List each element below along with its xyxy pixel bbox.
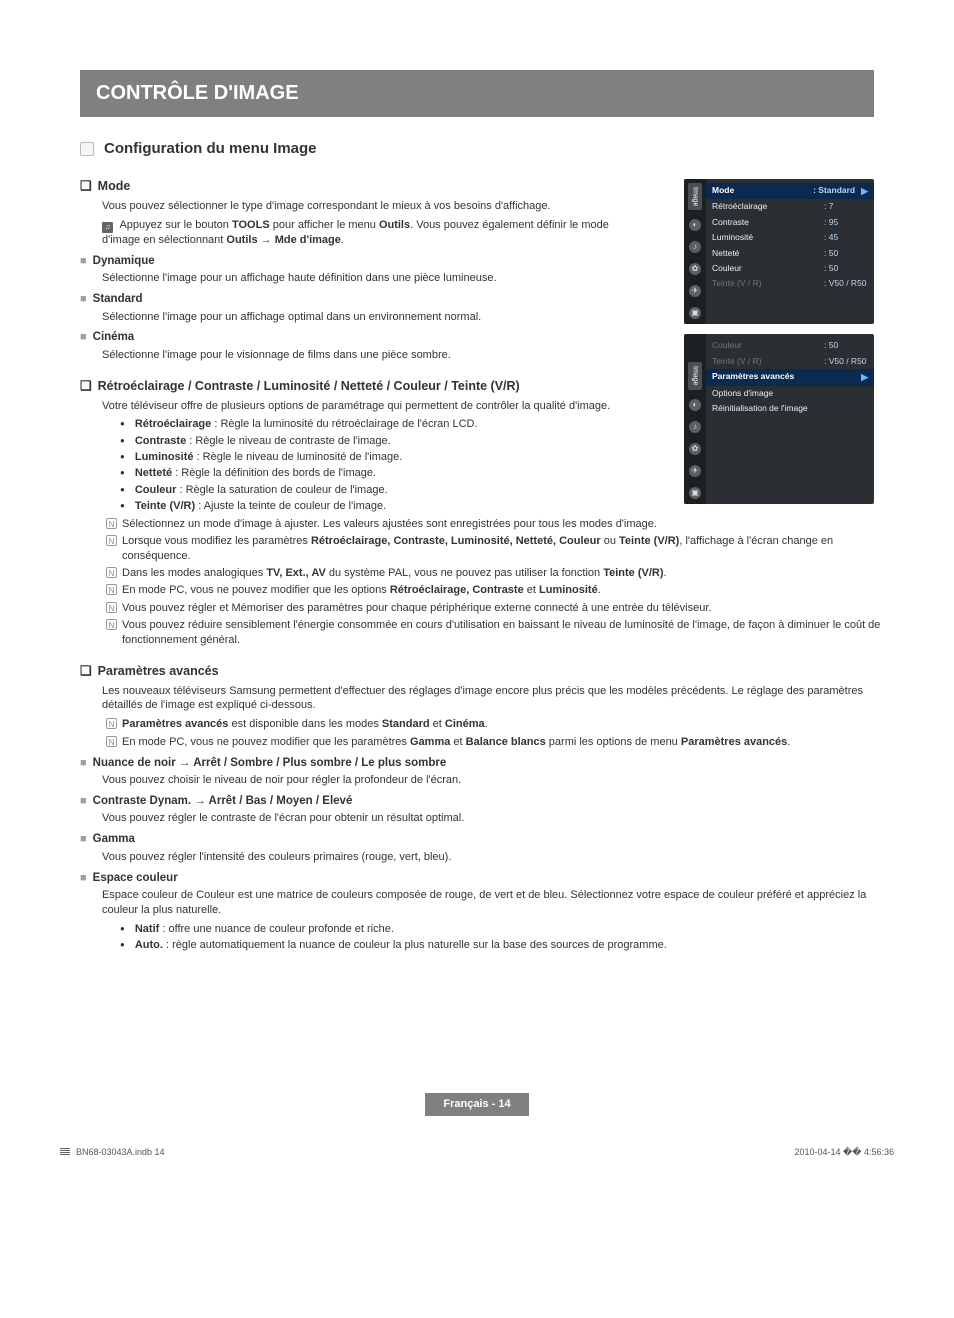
print-timestamp: 2010-04-14 �� 4:56:36 [794, 1146, 894, 1158]
section-title: Configuration du menu Image [104, 139, 317, 159]
lines-icon [60, 1148, 70, 1155]
subheading-espace: ■Espace couleur [80, 871, 874, 887]
section-title-row: Configuration du menu Image [80, 139, 874, 159]
text: Vous pouvez sélectionner le type d'image… [102, 199, 620, 214]
text: ♫ Appuyez sur le bouton TOOLS pour affic… [102, 218, 620, 248]
tab-icon: ▣ [689, 487, 701, 499]
osd-row: Teinte (V / R): V50 / R50 [706, 276, 874, 291]
note-list: NParamètres avancés est disponible dans … [106, 717, 900, 749]
list-item: NEn mode PC, vous ne pouvez modifier que… [106, 583, 900, 598]
list-item: NSélectionnez un mode d'image à ajuster.… [106, 517, 900, 532]
osd-row: Couleur: 50 [706, 261, 874, 276]
list-item: NLorsque vous modifiez les paramètres Ré… [106, 534, 900, 564]
tab-icon: ▣ [689, 307, 701, 319]
note-icon: N [106, 718, 117, 729]
bullet-list: Natif : offre une nuance de couleur prof… [120, 922, 874, 953]
osd-row: Mode: Standard▶ [706, 183, 874, 199]
text: Vous pouvez choisir le niveau de noir po… [102, 773, 874, 788]
note-icon: N [106, 619, 117, 630]
text: Votre téléviseur offre de plusieurs opti… [102, 399, 620, 414]
title-bar: CONTRÔLE D'IMAGE [80, 70, 874, 117]
osd2-tab-label: Image [688, 362, 701, 389]
note-icon: N [106, 584, 117, 595]
tab-icon: ✈ [689, 285, 701, 297]
subheading-standard: ■Standard [80, 292, 620, 308]
note-icon: N [106, 736, 117, 747]
tab-icon: ♪ [689, 241, 701, 253]
note-icon: N [106, 567, 117, 578]
list-item: Natif : offre une nuance de couleur prof… [120, 922, 874, 937]
list-item: Auto. : règle automatiquement la nuance … [120, 938, 874, 953]
note-icon: N [106, 535, 117, 546]
osd1-tab-label: Image [688, 183, 701, 210]
osd-row: Paramètres avancés▶ [706, 369, 874, 385]
text: Vous pouvez régler le contraste de l'écr… [102, 811, 874, 826]
note-icon: N [106, 602, 117, 613]
tab-icon: ◐ [689, 399, 701, 411]
osd-row: Contraste: 95 [706, 215, 874, 230]
tab-icon: ✈ [689, 465, 701, 477]
part-number: BN68-03043A.indb 14 [60, 1146, 165, 1158]
note-icon: N [106, 518, 117, 529]
osd-panel-2: Image ◐ ♪ ✿ ✈ ▣ Couleur: 50Teinte (V / R… [684, 334, 874, 503]
text: Sélectionne l'image pour le visionnage d… [102, 348, 620, 363]
osd-row: Rétroéclairage: 7 [706, 199, 874, 214]
tab-icon: ◐ [689, 219, 701, 231]
text: Les nouveaux téléviseurs Samsung permett… [102, 684, 896, 714]
heading-advanced: ❑Paramètres avancés [80, 662, 874, 680]
osd-row: Netteté: 50 [706, 246, 874, 261]
osd-row: Luminosité: 45 [706, 230, 874, 245]
osd-row: Réinitialisation de l'image [706, 401, 874, 416]
note-list: NSélectionnez un mode d'image à ajuster.… [106, 517, 900, 648]
subheading-nuance: ■Nuance de noir → Arrêt / Sombre / Plus … [80, 756, 874, 772]
list-item: NVous pouvez régler et Mémoriser des par… [106, 601, 900, 616]
text: Sélectionne l'image pour un affichage op… [102, 310, 620, 325]
osd-row: Teinte (V / R): V50 / R50 [706, 354, 874, 369]
osd-row: Couleur: 50 [706, 338, 874, 353]
tab-icon: ♪ [689, 421, 701, 433]
text: Espace couleur de Couleur est une matric… [102, 888, 874, 918]
list-item: NParamètres avancés est disponible dans … [106, 717, 900, 732]
tools-icon: ♫ [102, 222, 113, 233]
text: Sélectionne l'image pour un affichage ha… [102, 271, 620, 286]
osd-panel-1: Image ◐ ♪ ✿ ✈ ▣ Mode: Standard▶Rétroécla… [684, 179, 874, 324]
subheading-gamma: ■Gamma [80, 832, 874, 848]
heading-retro: ❑Rétroéclairage / Contraste / Luminosité… [80, 377, 620, 395]
heading-mode: ❑Mode [80, 177, 620, 195]
tab-icon: ✿ [689, 263, 701, 275]
page-footer: Français - 14 [80, 1093, 874, 1116]
list-item: NEn mode PC, vous ne pouvez modifier que… [106, 735, 900, 750]
osd-row: Options d'image [706, 386, 874, 401]
tab-icon: ✿ [689, 443, 701, 455]
text: Vous pouvez régler l'intensité des coule… [102, 850, 874, 865]
subheading-dynamique: ■Dynamique [80, 254, 620, 270]
list-item: NVous pouvez réduire sensiblement l'éner… [106, 618, 900, 648]
section-marker-icon [80, 142, 94, 156]
subheading-contraste-dyn: ■Contraste Dynam. → Arrêt / Bas / Moyen … [80, 794, 874, 810]
list-item: NDans les modes analogiques TV, Ext., AV… [106, 566, 900, 581]
page-number: Français - 14 [425, 1093, 528, 1116]
subheading-cinema: ■Cinéma [80, 330, 620, 346]
print-footer: BN68-03043A.indb 14 2010-04-14 �� 4:56:3… [60, 1146, 894, 1158]
